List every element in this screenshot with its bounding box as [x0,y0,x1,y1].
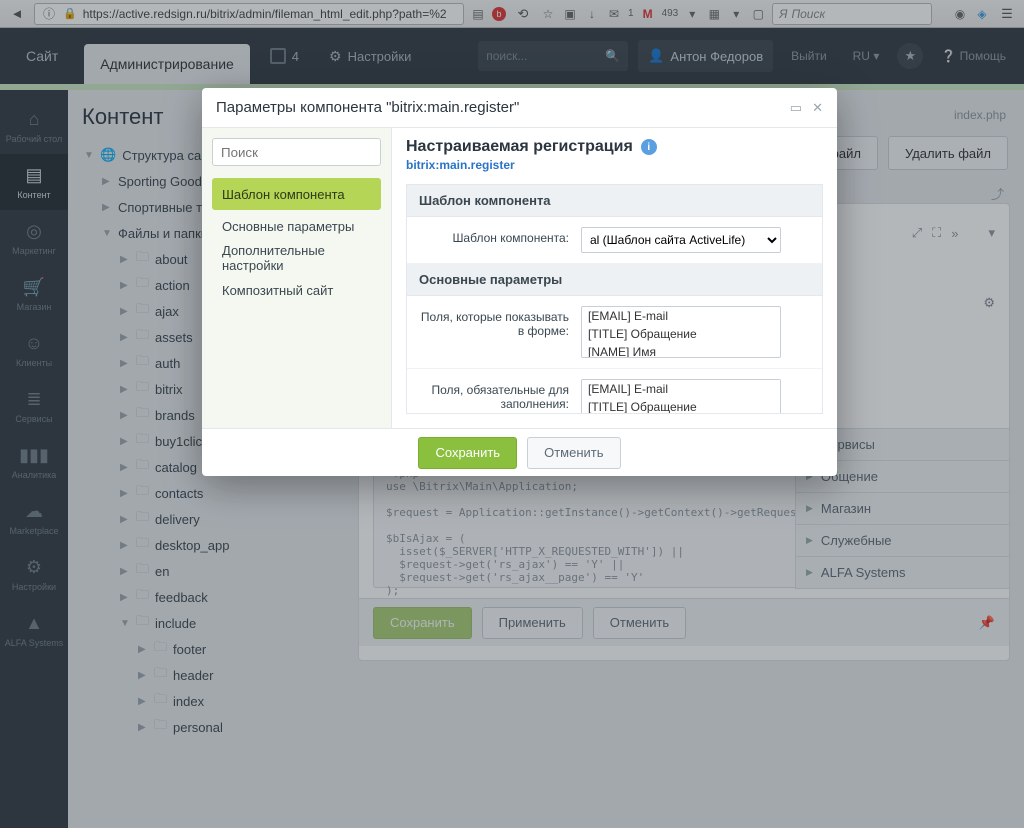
dialog-tab[interactable]: Дополнительные настройки [212,242,381,274]
label-show-fields: Поля, которые показывать в форме: [419,306,569,338]
select-option[interactable]: [TITLE] Обращение [582,398,780,414]
dialog-cancel-button[interactable]: Отменить [527,437,620,469]
dialog-maximize-icon[interactable]: ▭ [790,100,802,116]
dialog-search-input[interactable] [212,138,381,166]
label-required-fields: Поля, обязательные для заполнения: [419,379,569,411]
dialog-tab[interactable]: Композитный сайт [212,274,381,306]
show-fields-select[interactable]: [EMAIL] E-mail[TITLE] Обращение[NAME] Им… [581,306,781,358]
select-option[interactable]: [EMAIL] E-mail [582,307,780,325]
info-icon[interactable]: i [641,139,657,155]
select-option[interactable]: [EMAIL] E-mail [582,380,780,398]
dialog-heading: Настраиваемая регистрация [406,138,633,156]
dialog-save-button[interactable]: Сохранить [418,437,517,469]
dialog-content: Настраиваемая регистрация i bitrix:main.r… [392,128,837,428]
label-template: Шаблон компонента: [419,227,569,245]
dialog-footer: Сохранить Отменить [202,428,837,476]
select-option[interactable]: [TITLE] Обращение [582,325,780,343]
dialog-form: Шаблон компонента Шаблон компонента: al … [406,184,823,414]
section-main: Основные параметры [407,264,822,296]
dialog-title: Параметры компонента "bitrix:main.regist… [216,99,519,116]
dialog-header: Параметры компонента "bitrix:main.regist… [202,88,837,128]
select-option[interactable]: [NAME] Имя [582,343,780,358]
dialog-tab[interactable]: Шаблон компонента [212,178,381,210]
template-select[interactable]: al (Шаблон сайта ActiveLife) [581,227,781,253]
section-template: Шаблон компонента [407,185,822,217]
dialog-close-icon[interactable]: ✕ [812,100,823,116]
required-fields-select[interactable]: [EMAIL] E-mail[TITLE] Обращение[NAME] Им… [581,379,781,414]
dialog-tab[interactable]: Основные параметры [212,210,381,242]
dialog-sidebar: Шаблон компонентаОсновные параметрыДопол… [202,128,392,428]
component-name: bitrix:main.register [406,158,823,172]
component-params-dialog: Параметры компонента "bitrix:main.regist… [202,88,837,476]
